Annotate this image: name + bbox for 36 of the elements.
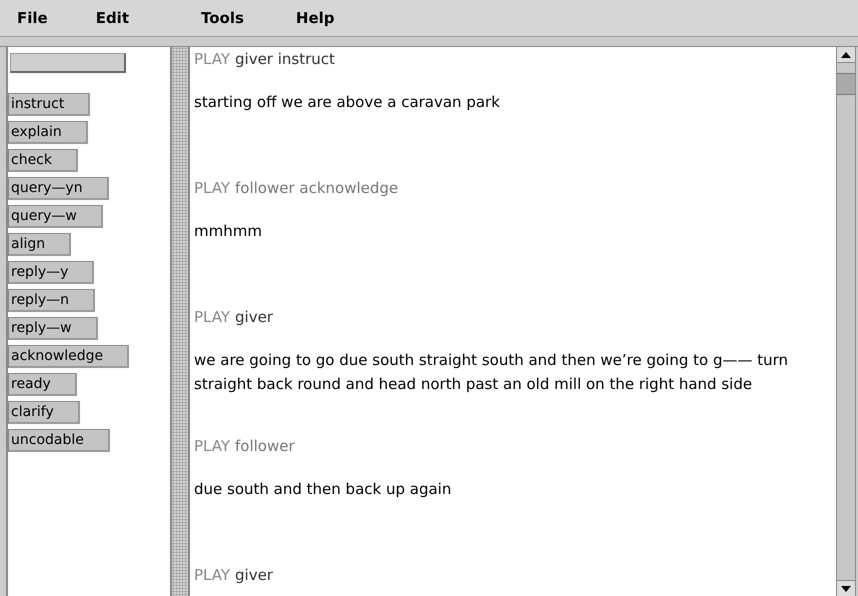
code-button[interactable]: query—yn: [8, 177, 109, 200]
speaker-label: giver: [235, 565, 273, 586]
code-button[interactable]: check: [8, 149, 78, 172]
play-link[interactable]: PLAY: [194, 435, 230, 478]
menu-item[interactable]: Edit: [96, 6, 129, 30]
code-button[interactable]: explain: [8, 121, 88, 144]
menu-item[interactable]: Help: [296, 6, 335, 30]
speaker-label: giver: [235, 307, 273, 328]
scroll-down-icon[interactable]: [837, 580, 855, 596]
utterance-text: we are going to go due south straight south and then we’re going to g—— turn straight back round and head north past an old mill on the right hand side: [194, 350, 790, 394]
speaker-label: follower acknowledge: [235, 178, 398, 199]
blank-button[interactable]: [10, 53, 126, 73]
scrollbar[interactable]: [836, 47, 856, 596]
play-link[interactable]: PLAY: [194, 48, 230, 91]
code-button[interactable]: instruct: [8, 93, 90, 116]
code-button[interactable]: reply—n: [8, 289, 95, 312]
code-button[interactable]: align: [8, 233, 72, 256]
scroll-up-icon[interactable]: [837, 47, 855, 63]
code-button[interactable]: query—w: [8, 205, 103, 228]
utterance-text: starting off we are above a caravan park: [194, 92, 501, 113]
code-button[interactable]: reply—y: [8, 261, 94, 284]
code-button[interactable]: uncodable: [8, 429, 110, 452]
play-link[interactable]: PLAY: [194, 306, 230, 349]
code-button[interactable]: reply—w: [8, 317, 98, 340]
code-button[interactable]: clarify: [8, 401, 80, 424]
play-link[interactable]: PLAY: [194, 177, 230, 220]
code-button[interactable]: acknowledge: [8, 345, 130, 368]
play-link[interactable]: PLAY: [194, 564, 230, 596]
speaker-label: giver instruct: [235, 49, 335, 70]
menu-item[interactable]: Tools: [201, 6, 244, 30]
speaker-label: follower: [235, 436, 295, 457]
code-button[interactable]: ready: [8, 373, 77, 396]
menu-item[interactable]: File: [17, 6, 48, 30]
utterance-text: due south and then back up again: [194, 479, 452, 500]
utterance-text: mmhmm: [194, 221, 263, 242]
scroll-thumb[interactable]: [837, 73, 855, 95]
